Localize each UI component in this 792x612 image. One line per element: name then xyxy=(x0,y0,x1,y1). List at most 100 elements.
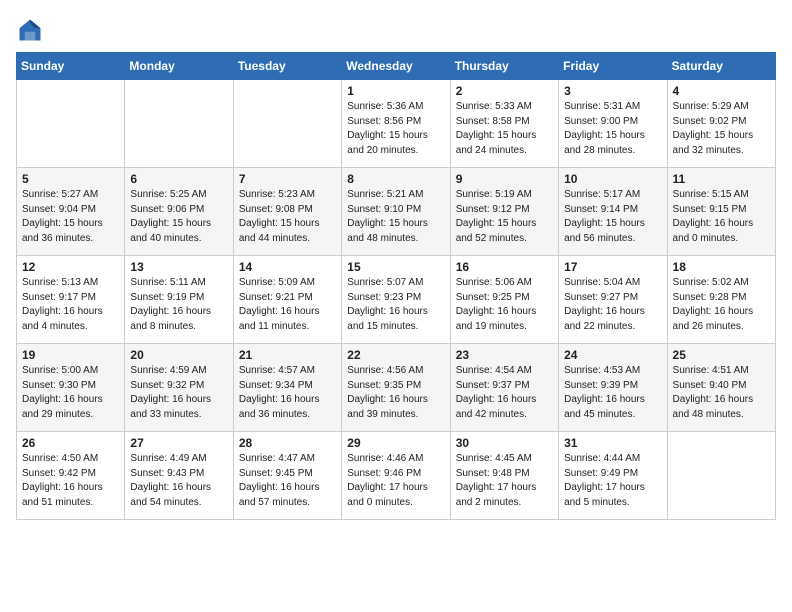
calendar-cell: 20 Sunrise: 4:59 AMSunset: 9:32 PMDayligh… xyxy=(125,344,233,432)
day-number: 24 xyxy=(564,348,661,362)
day-info: Sunrise: 5:27 AMSunset: 9:04 PMDaylight:… xyxy=(22,188,119,246)
calendar-cell: 21 Sunrise: 4:57 AMSunset: 9:34 PMDayligh… xyxy=(233,344,341,432)
calendar-cell: 6 Sunrise: 5:25 AMSunset: 9:06 PMDaylight… xyxy=(125,168,233,256)
header-row: SundayMondayTuesdayWednesdayThursdayFrid… xyxy=(17,53,776,80)
day-number: 28 xyxy=(239,436,336,450)
calendar-cell: 26 Sunrise: 4:50 AMSunset: 9:42 PMDayligh… xyxy=(17,432,125,520)
calendar-cell: 30 Sunrise: 4:45 AMSunset: 9:48 PMDayligh… xyxy=(450,432,558,520)
day-info: Sunrise: 5:15 AMSunset: 9:15 PMDaylight:… xyxy=(673,188,770,246)
day-number: 16 xyxy=(456,260,553,274)
day-info: Sunrise: 5:00 AMSunset: 9:30 PMDaylight:… xyxy=(22,364,119,422)
day-header-sunday: Sunday xyxy=(17,53,125,80)
day-number: 31 xyxy=(564,436,661,450)
day-info: Sunrise: 5:02 AMSunset: 9:28 PMDaylight:… xyxy=(673,276,770,334)
day-number: 5 xyxy=(22,172,119,186)
day-info: Sunrise: 5:31 AMSunset: 9:00 PMDaylight:… xyxy=(564,100,661,158)
day-number: 4 xyxy=(673,84,770,98)
day-info: Sunrise: 5:07 AMSunset: 9:23 PMDaylight:… xyxy=(347,276,444,334)
day-number: 29 xyxy=(347,436,444,450)
calendar-cell: 23 Sunrise: 4:54 AMSunset: 9:37 PMDayligh… xyxy=(450,344,558,432)
day-number: 27 xyxy=(130,436,227,450)
day-info: Sunrise: 4:49 AMSunset: 9:43 PMDaylight:… xyxy=(130,452,227,510)
day-info: Sunrise: 4:45 AMSunset: 9:48 PMDaylight:… xyxy=(456,452,553,510)
day-header-thursday: Thursday xyxy=(450,53,558,80)
day-number: 2 xyxy=(456,84,553,98)
day-number: 1 xyxy=(347,84,444,98)
day-number: 8 xyxy=(347,172,444,186)
day-info: Sunrise: 5:04 AMSunset: 9:27 PMDaylight:… xyxy=(564,276,661,334)
header xyxy=(16,16,776,44)
day-number: 14 xyxy=(239,260,336,274)
day-info: Sunrise: 5:29 AMSunset: 9:02 PMDaylight:… xyxy=(673,100,770,158)
calendar-cell: 29 Sunrise: 4:46 AMSunset: 9:46 PMDayligh… xyxy=(342,432,450,520)
calendar-cell: 11Sunrise: 5:15 AMSunset: 9:15 PMDayligh… xyxy=(667,168,775,256)
day-info: Sunrise: 4:51 AMSunset: 9:40 PMDaylight:… xyxy=(673,364,770,422)
calendar-cell: 9Sunrise: 5:19 AMSunset: 9:12 PMDaylight… xyxy=(450,168,558,256)
day-info: Sunrise: 4:53 AMSunset: 9:39 PMDaylight:… xyxy=(564,364,661,422)
day-number: 6 xyxy=(130,172,227,186)
calendar-table: SundayMondayTuesdayWednesdayThursdayFrid… xyxy=(16,52,776,520)
calendar-cell: 4 Sunrise: 5:29 AMSunset: 9:02 PMDaylight… xyxy=(667,80,775,168)
day-number: 23 xyxy=(456,348,553,362)
calendar-cell: 5 Sunrise: 5:27 AMSunset: 9:04 PMDaylight… xyxy=(17,168,125,256)
calendar-cell: 12Sunrise: 5:13 AMSunset: 9:17 PMDayligh… xyxy=(17,256,125,344)
day-info: Sunrise: 4:54 AMSunset: 9:37 PMDaylight:… xyxy=(456,364,553,422)
day-info: Sunrise: 4:56 AMSunset: 9:35 PMDaylight:… xyxy=(347,364,444,422)
calendar-cell: 14 Sunrise: 5:09 AMSunset: 9:21 PMDayligh… xyxy=(233,256,341,344)
day-number: 18 xyxy=(673,260,770,274)
day-info: Sunrise: 5:19 AMSunset: 9:12 PMDaylight:… xyxy=(456,188,553,246)
day-number: 21 xyxy=(239,348,336,362)
calendar-cell: 17 Sunrise: 5:04 AMSunset: 9:27 PMDayligh… xyxy=(559,256,667,344)
week-row-2: 5 Sunrise: 5:27 AMSunset: 9:04 PMDaylight… xyxy=(17,168,776,256)
day-number: 20 xyxy=(130,348,227,362)
day-header-wednesday: Wednesday xyxy=(342,53,450,80)
day-info: Sunrise: 5:33 AMSunset: 8:58 PMDaylight:… xyxy=(456,100,553,158)
calendar-cell: 15 Sunrise: 5:07 AMSunset: 9:23 PMDayligh… xyxy=(342,256,450,344)
day-number: 26 xyxy=(22,436,119,450)
calendar-cell: 27 Sunrise: 4:49 AMSunset: 9:43 PMDayligh… xyxy=(125,432,233,520)
day-number: 3 xyxy=(564,84,661,98)
day-info: Sunrise: 5:23 AMSunset: 9:08 PMDaylight:… xyxy=(239,188,336,246)
day-number: 7 xyxy=(239,172,336,186)
day-info: Sunrise: 4:50 AMSunset: 9:42 PMDaylight:… xyxy=(22,452,119,510)
day-number: 22 xyxy=(347,348,444,362)
day-info: Sunrise: 4:44 AMSunset: 9:49 PMDaylight:… xyxy=(564,452,661,510)
calendar-cell: 10 Sunrise: 5:17 AMSunset: 9:14 PMDayligh… xyxy=(559,168,667,256)
calendar-cell: 7 Sunrise: 5:23 AMSunset: 9:08 PMDaylight… xyxy=(233,168,341,256)
calendar-cell: 8 Sunrise: 5:21 AMSunset: 9:10 PMDaylight… xyxy=(342,168,450,256)
day-number: 17 xyxy=(564,260,661,274)
calendar-cell: 16 Sunrise: 5:06 AMSunset: 9:25 PMDayligh… xyxy=(450,256,558,344)
day-number: 10 xyxy=(564,172,661,186)
calendar-cell: 31 Sunrise: 4:44 AMSunset: 9:49 PMDayligh… xyxy=(559,432,667,520)
day-info: Sunrise: 5:09 AMSunset: 9:21 PMDaylight:… xyxy=(239,276,336,334)
day-info: Sunrise: 4:57 AMSunset: 9:34 PMDaylight:… xyxy=(239,364,336,422)
calendar-cell: 13 Sunrise: 5:11 AMSunset: 9:19 PMDayligh… xyxy=(125,256,233,344)
day-info: Sunrise: 5:17 AMSunset: 9:14 PMDaylight:… xyxy=(564,188,661,246)
calendar-cell: 18 Sunrise: 5:02 AMSunset: 9:28 PMDayligh… xyxy=(667,256,775,344)
day-number: 30 xyxy=(456,436,553,450)
day-info: Sunrise: 4:46 AMSunset: 9:46 PMDaylight:… xyxy=(347,452,444,510)
calendar-cell: 1Sunrise: 5:36 AMSunset: 8:56 PMDaylight… xyxy=(342,80,450,168)
logo-icon xyxy=(16,16,44,44)
calendar-cell xyxy=(125,80,233,168)
day-info: Sunrise: 5:11 AMSunset: 9:19 PMDaylight:… xyxy=(130,276,227,334)
day-number: 19 xyxy=(22,348,119,362)
day-header-friday: Friday xyxy=(559,53,667,80)
day-number: 15 xyxy=(347,260,444,274)
day-info: Sunrise: 4:47 AMSunset: 9:45 PMDaylight:… xyxy=(239,452,336,510)
day-info: Sunrise: 4:59 AMSunset: 9:32 PMDaylight:… xyxy=(130,364,227,422)
calendar-cell: 24 Sunrise: 4:53 AMSunset: 9:39 PMDayligh… xyxy=(559,344,667,432)
day-number: 13 xyxy=(130,260,227,274)
day-info: Sunrise: 5:06 AMSunset: 9:25 PMDaylight:… xyxy=(456,276,553,334)
week-row-1: 1Sunrise: 5:36 AMSunset: 8:56 PMDaylight… xyxy=(17,80,776,168)
week-row-3: 12Sunrise: 5:13 AMSunset: 9:17 PMDayligh… xyxy=(17,256,776,344)
day-number: 25 xyxy=(673,348,770,362)
day-header-tuesday: Tuesday xyxy=(233,53,341,80)
calendar-cell xyxy=(667,432,775,520)
day-number: 12 xyxy=(22,260,119,274)
day-info: Sunrise: 5:25 AMSunset: 9:06 PMDaylight:… xyxy=(130,188,227,246)
day-header-saturday: Saturday xyxy=(667,53,775,80)
week-row-4: 19 Sunrise: 5:00 AMSunset: 9:30 PMDayligh… xyxy=(17,344,776,432)
calendar-cell: 28 Sunrise: 4:47 AMSunset: 9:45 PMDayligh… xyxy=(233,432,341,520)
day-info: Sunrise: 5:21 AMSunset: 9:10 PMDaylight:… xyxy=(347,188,444,246)
